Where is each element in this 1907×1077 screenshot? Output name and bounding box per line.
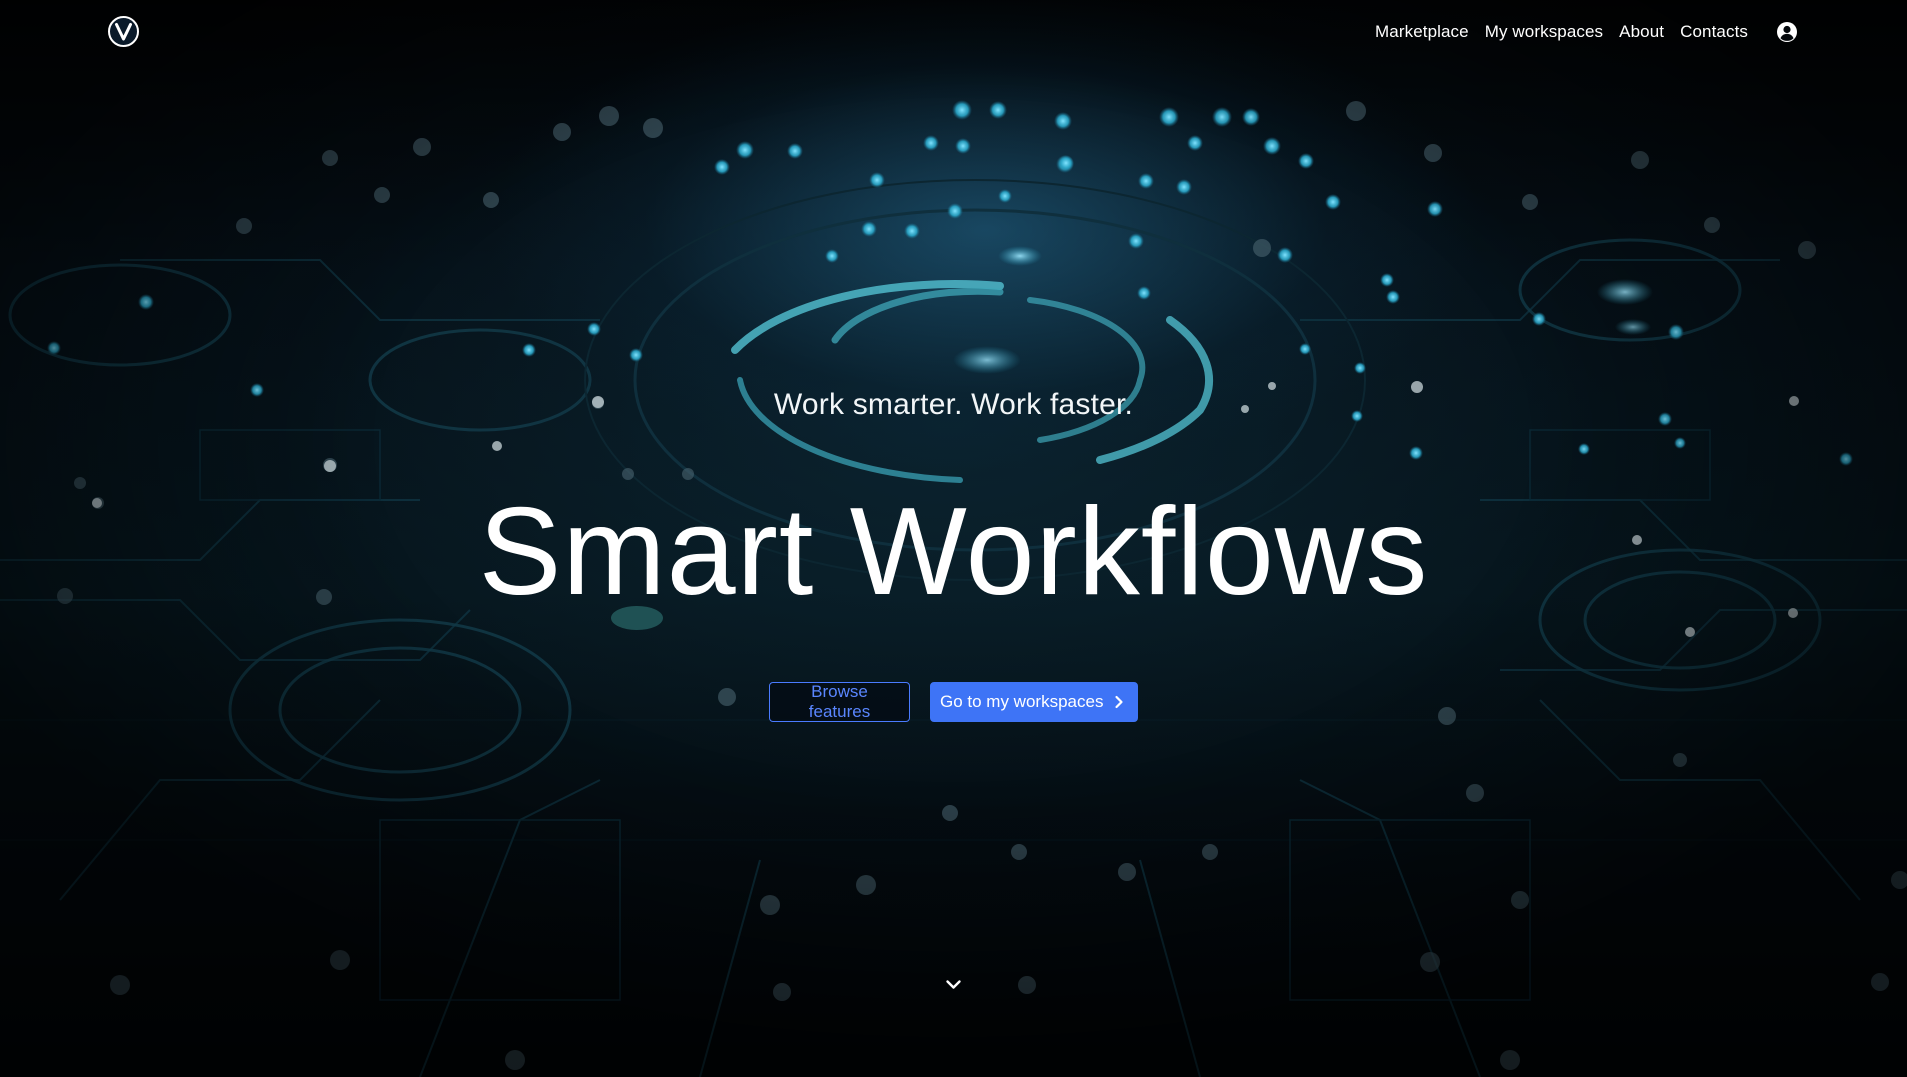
browse-features-label: Browse features bbox=[808, 682, 871, 721]
user-circle-icon[interactable] bbox=[1776, 21, 1798, 43]
main-nav: Marketplace My workspaces About Contacts bbox=[1375, 18, 1798, 46]
hero-tagline: Work smarter. Work faster. bbox=[773, 388, 1134, 421]
browse-features-button[interactable]: Browse features bbox=[769, 682, 910, 722]
chevron-right-icon bbox=[1115, 695, 1124, 709]
go-to-workspaces-button[interactable]: Go to my workspaces bbox=[930, 682, 1138, 722]
nav-link-contacts[interactable]: Contacts bbox=[1680, 22, 1748, 42]
nav-link-my-workspaces[interactable]: My workspaces bbox=[1485, 22, 1603, 42]
nav-link-marketplace[interactable]: Marketplace bbox=[1375, 22, 1469, 42]
top-navigation-bar: Marketplace My workspaces About Contacts bbox=[0, 0, 1907, 64]
nav-link-about[interactable]: About bbox=[1619, 22, 1664, 42]
chevron-down-icon[interactable] bbox=[944, 975, 963, 994]
circle-v-logo-icon[interactable] bbox=[107, 15, 140, 48]
hero-title: Smart Workflows bbox=[478, 483, 1429, 621]
hero-section: Marketplace My workspaces About Contacts… bbox=[0, 0, 1907, 1077]
go-to-workspaces-label: Go to my workspaces bbox=[940, 692, 1104, 711]
hero-actions: Browse features Go to my workspaces bbox=[0, 682, 1907, 722]
